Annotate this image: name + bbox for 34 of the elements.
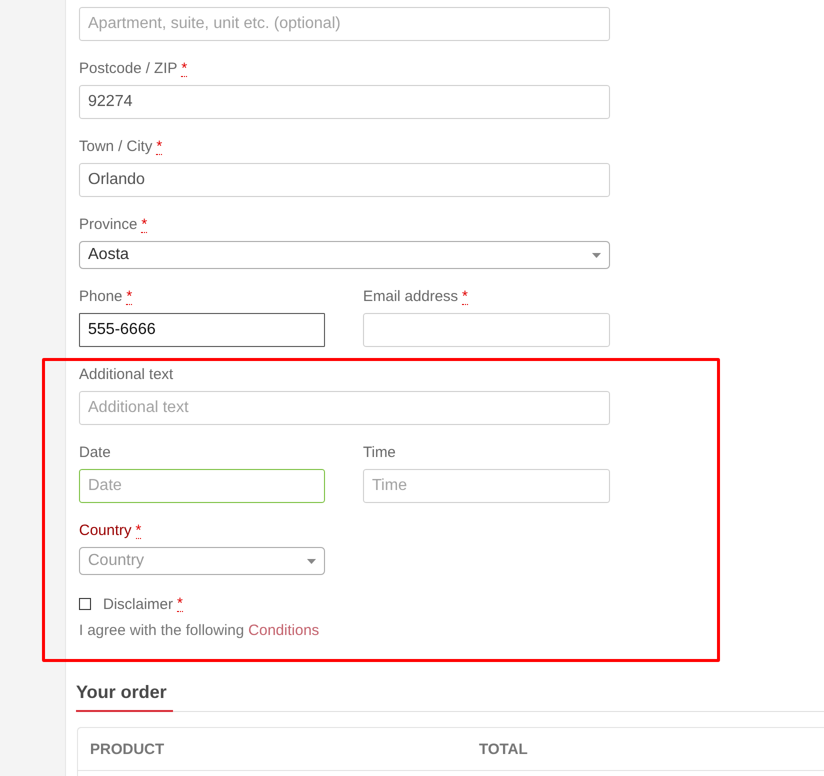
field-label: Date xyxy=(79,443,111,463)
required-mark: * xyxy=(141,218,148,232)
section-heading: Your order xyxy=(76,680,173,712)
input-field[interactable]: Time xyxy=(363,469,610,503)
required-mark: * xyxy=(126,290,132,304)
checkbox[interactable] xyxy=(79,598,91,610)
field-label: Email address xyxy=(363,287,458,307)
input-field[interactable]: 555-6666 xyxy=(79,313,325,347)
input-field[interactable]: 92274 xyxy=(79,85,610,119)
caret-icon xyxy=(592,252,601,258)
input-field[interactable] xyxy=(363,313,610,347)
field-label: Time xyxy=(363,443,396,463)
field-label: Postcode / ZIP xyxy=(79,59,178,79)
field-label: Phone xyxy=(79,287,122,307)
field-label: Town / City xyxy=(79,137,152,157)
input-field[interactable]: Additional text xyxy=(79,391,610,425)
input-field[interactable]: Orlando xyxy=(79,163,610,197)
checkbox-label[interactable]: Disclaimer xyxy=(103,596,174,612)
conditions-link[interactable]: Conditions xyxy=(248,622,320,639)
column-header: TOTAL xyxy=(478,740,529,760)
terms-text: I agree with the following Conditions xyxy=(79,621,320,641)
required-mark: * xyxy=(136,524,142,538)
required-mark: * xyxy=(181,62,188,76)
field-label: Country xyxy=(79,521,132,541)
column-header: PRODUCT xyxy=(89,740,166,760)
select-field[interactable]: Aosta xyxy=(79,241,610,269)
field-label: Province xyxy=(79,215,138,235)
required-mark: * xyxy=(156,140,162,154)
required-mark: * xyxy=(177,596,183,612)
caret-icon xyxy=(307,558,316,564)
required-mark: * xyxy=(462,290,468,304)
input-field[interactable]: Apartment, suite, unit etc. (optional) xyxy=(79,7,610,41)
input-field[interactable]: Date xyxy=(79,469,325,503)
field-label: Additional text xyxy=(79,365,174,385)
